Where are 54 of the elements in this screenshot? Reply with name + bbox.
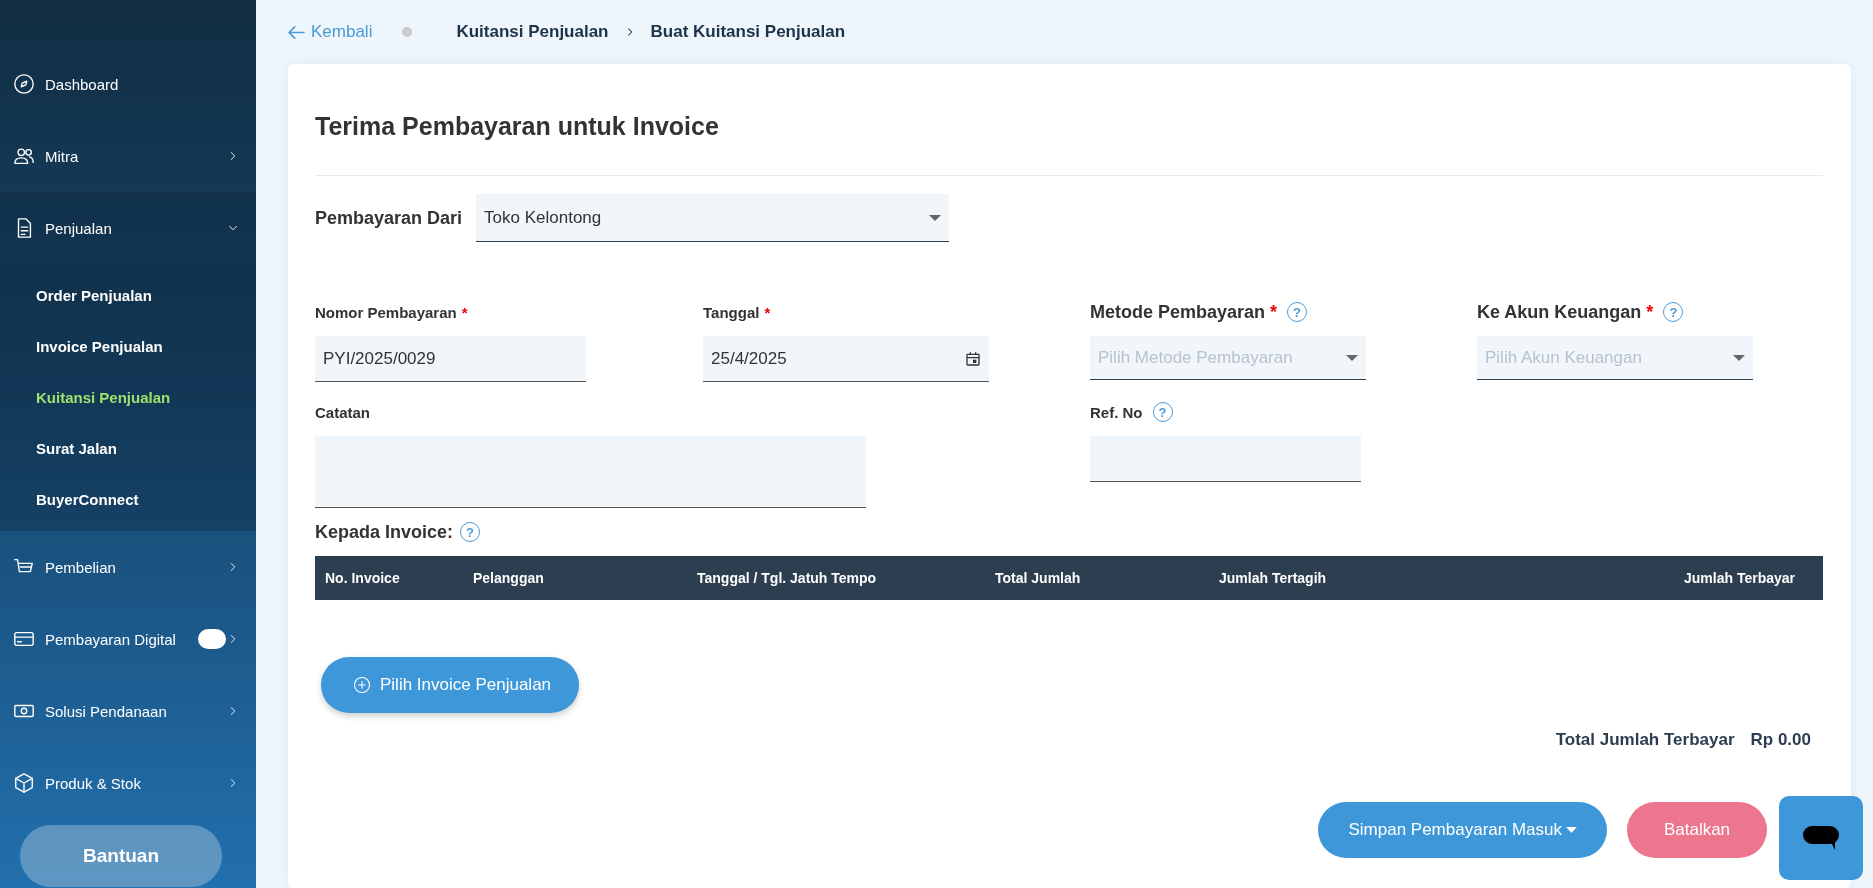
field-label: Ke Akun Keuangan: [1477, 301, 1642, 323]
caret-icon: [1346, 354, 1358, 361]
sidebar-item[interactable]: Penjualan: [0, 192, 256, 264]
column-header: Jumlah Tertagih: [1219, 570, 1328, 586]
field-label: Ref. No: [1090, 403, 1143, 421]
date-field[interactable]: 25/4/2025: [703, 336, 989, 382]
field-label: Tanggal: [703, 303, 760, 321]
total-label: Total Jumlah Terbayar: [1555, 730, 1735, 750]
text-field[interactable]: PYI/2025/0029: [315, 336, 586, 382]
plus-icon: [353, 676, 371, 694]
column-header: No. Invoice: [325, 570, 401, 586]
page-title: Terima Pembayaran untuk Invoice: [315, 112, 720, 142]
required-mark: *: [1646, 301, 1654, 323]
sidebar-item[interactable]: Pembayaran Digital: [0, 603, 256, 675]
column-header: Tanggal / Tgl. Jatuh Tempo: [697, 570, 878, 586]
dropdown-field[interactable]: Toko Kelontong: [476, 194, 950, 242]
section-label: Kepada Invoice:: [315, 521, 454, 543]
toggle-switch[interactable]: [198, 629, 226, 649]
box-icon: [13, 772, 35, 794]
chat-bubble-icon: [1803, 826, 1839, 850]
sidebar-item[interactable]: Pembelian: [0, 531, 256, 603]
people-icon: [13, 145, 35, 167]
submenu-item[interactable]: BuyerConnect: [0, 474, 256, 525]
total-value: Rp 0.00: [1750, 730, 1811, 750]
required-mark: *: [1270, 301, 1278, 323]
submenu-item[interactable]: Order Penjualan: [0, 270, 256, 321]
arrow-left-icon: [288, 25, 305, 39]
field-label: Catatan: [315, 403, 370, 421]
field-label: Metode Pembayaran: [1090, 301, 1266, 323]
submenu-item[interactable]: Kuitansi Penjualan: [0, 372, 256, 423]
sidebar-item[interactable]: Mitra: [0, 120, 256, 192]
sidebar-item[interactable]: Dashboard: [0, 48, 256, 120]
caret-icon: [1566, 827, 1577, 833]
caret-icon: [1733, 354, 1745, 361]
compass-icon: [13, 73, 35, 95]
field-label: Pembayaran Dari: [315, 207, 463, 229]
calendar-icon: [965, 350, 981, 367]
caret-icon: [929, 214, 942, 221]
submenu-item[interactable]: Surat Jalan: [0, 423, 256, 474]
column-header: Jumlah Terbayar: [1683, 570, 1796, 586]
dot-separator: [402, 27, 413, 37]
column-header: Pelanggan: [473, 570, 545, 586]
column-header: Total Jumlah: [995, 570, 1082, 586]
required-mark: *: [461, 303, 468, 321]
submenu-item[interactable]: Invoice Penjualan: [0, 321, 256, 372]
breadcrumb-item[interactable]: Kuitansi Penjualan: [456, 22, 609, 42]
chat-button[interactable]: [1779, 796, 1863, 880]
breadcrumb-item: Buat Kuitansi Penjualan: [650, 22, 846, 42]
text-field[interactable]: [1090, 436, 1361, 482]
required-mark: *: [764, 303, 771, 321]
field-label: Nomor Pembayaran: [315, 303, 457, 321]
sidebar-item[interactable]: Produk & Stok: [0, 747, 256, 819]
note-field[interactable]: [315, 436, 866, 508]
sidebar-item[interactable]: Solusi Pendanaan: [0, 675, 256, 747]
